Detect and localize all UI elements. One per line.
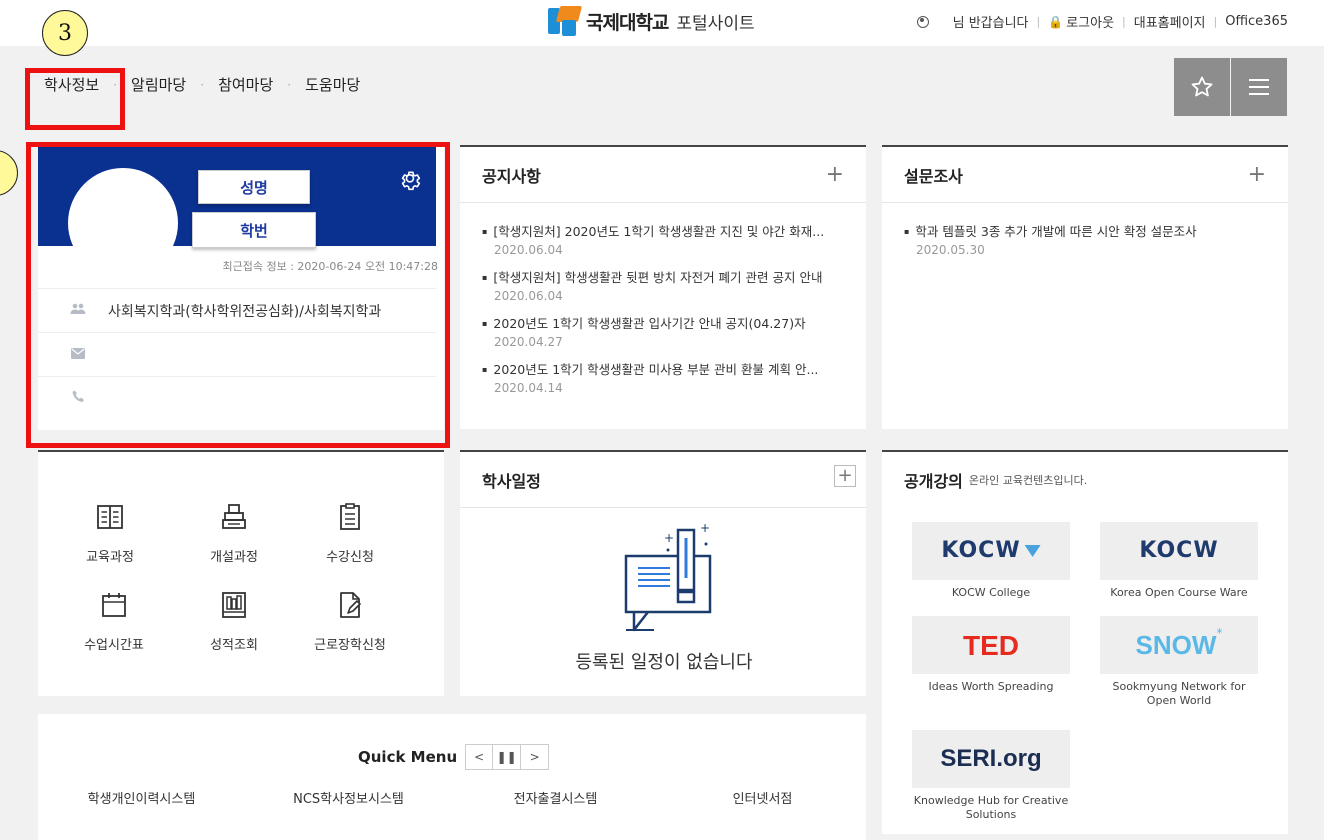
schedule-panel: 학사일정 + + + 등록된 일정이 없습니다 [460,450,866,696]
lecture-snow[interactable]: SNOW * Sookmyung Network for Open World [1100,616,1258,708]
logout-link[interactable]: 로그아웃 [1066,12,1114,31]
quick-icon-panel: 교육과정 개설과정 수강신청 수업시간표 성적조회 근로장학신청 [38,450,444,696]
menu-grades[interactable]: 성적조회 [184,590,284,653]
quick-link-student-record[interactable]: 학생개인이력시스템 [38,788,245,807]
survey-more-plus-icon[interactable]: + [1248,162,1266,187]
clipboard-icon [340,503,360,530]
menu-timetable[interactable]: 수업시간표 [64,590,164,653]
menu-open-courses[interactable]: 개설과정 [184,502,284,565]
snow-logo: SNOW * [1100,616,1258,674]
menu-work-scholarship[interactable]: 근로장학신청 [300,590,400,653]
homepage-link[interactable]: 대표홈페이지 [1134,12,1206,31]
user-icon [916,15,929,28]
favorite-button[interactable] [1174,58,1230,116]
quick-menu-title: Quick Menu [358,748,458,766]
notice-panel: 공지사항 + [학생지원처] 2020년도 1학기 학생생활관 지진 및 야간 … [460,145,866,429]
notice-item[interactable]: [학생지원처] 2020년도 1학기 학생생활관 지진 및 야간 화재... 2… [482,221,846,257]
open-lecture-title: 공개강의 [904,472,963,491]
top-bar: 국제대학교 포털사이트 님 반갑습니다 | 🔒 로그아웃 | 대표홈페이지 | … [0,0,1324,46]
lecture-kocw[interactable]: KOCW Korea Open Course Ware [1100,522,1258,600]
lock-icon: 🔒 [1048,14,1064,29]
nav-item-notice[interactable]: 알림마당 [131,74,186,95]
logo-subtitle: 포털사이트 [676,13,755,34]
annotation-box-nav [25,68,125,130]
schedule-more-plus-icon[interactable]: + [834,465,856,487]
notice-more-plus-icon[interactable]: + [826,162,844,187]
quick-link-ncs[interactable]: NCS학사정보시스템 [245,788,452,807]
pause-icon[interactable]: ❚❚ [493,744,522,770]
survey-title: 설문조사 [904,166,963,186]
menu-enrollment[interactable]: 수강신청 [300,502,400,565]
menu-curriculum[interactable]: 교육과정 [60,502,160,565]
quick-menu-panel: Quick Menu < ❚❚ > 학생개인이력시스템 NCS학사정보시스템 전… [38,714,866,840]
nav-item-help[interactable]: 도움마당 [305,74,360,95]
lecture-ted[interactable]: TED Ideas Worth Spreading [912,616,1070,694]
greeting-text: 님 반갑습니다 [952,16,1029,31]
prev-icon[interactable]: < [465,744,494,770]
notice-item[interactable]: 2020년도 1학기 학생생활관 입사기간 안내 공지(04.27)자 2020… [482,313,846,349]
empty-schedule-text: 등록된 일정이 없습니다 [575,652,753,673]
books-stack-icon [222,504,246,529]
next-icon[interactable]: > [521,744,550,770]
annotation-badge-3: 3 [42,10,88,56]
quick-link-attendance[interactable]: 전자출결시스템 [452,788,659,807]
site-logo[interactable]: 국제대학교 포털사이트 [548,6,755,36]
notice-item[interactable]: 2020년도 1학기 학생생활관 미사용 부분 관비 환불 계획 안... 20… [482,359,846,395]
university-logo-mark [548,6,583,36]
survey-panel: 설문조사 + 학과 템플릿 3종 추가 개발에 따른 시안 확정 설문조사 20… [882,145,1288,429]
annotation-box-profile [26,142,450,448]
svg-text:+: + [700,522,710,535]
open-lecture-panel: 공개강의 온라인 교육컨텐츠입니다. KOCW KOCW College KOC… [882,450,1288,834]
seri-logo: SERI.org [912,730,1070,788]
notice-title: 공지사항 [482,166,541,186]
empty-schedule-illustration: + + [624,522,712,632]
survey-item[interactable]: 학과 템플릿 3종 추가 개발에 따른 시안 확정 설문조사 2020.05.3… [904,221,1268,257]
svg-text:+: + [664,531,674,545]
open-lecture-subtitle: 온라인 교육컨텐츠입니다. [968,474,1088,487]
top-utility-links: 님 반갑습니다 | 🔒 로그아웃 | 대표홈페이지 | Office365 [916,12,1288,31]
hamburger-icon [1249,79,1269,95]
main-nav: 학사정보 · 알림마당 · 참여마당 · 도움마당 [0,58,1324,116]
lecture-kocw-college[interactable]: KOCW KOCW College [912,522,1070,600]
bookshelf-icon [222,592,246,618]
office365-link[interactable]: Office365 [1225,14,1288,29]
kocw-logo: KOCW [1100,522,1258,580]
kocw-logo: KOCW [912,522,1070,580]
ted-logo: TED [912,616,1070,674]
logo-name: 국제대학교 [586,11,669,34]
calendar-icon [102,593,126,617]
menu-button[interactable] [1231,58,1287,116]
annotation-badge-profile [0,150,18,196]
star-icon [1191,76,1213,97]
schedule-title: 학사일정 [482,471,541,491]
notice-item[interactable]: [학생지원처] 학생생활관 뒷편 방치 자전거 폐기 관련 공지 안내 2020… [482,267,846,303]
lecture-seri[interactable]: SERI.org Knowledge Hub for Creative Solu… [912,730,1070,822]
document-edit-icon [340,592,361,618]
nav-item-participation[interactable]: 참여마당 [218,74,273,95]
book-icon [97,505,123,529]
quick-link-bookstore[interactable]: 인터넷서점 [659,788,866,807]
